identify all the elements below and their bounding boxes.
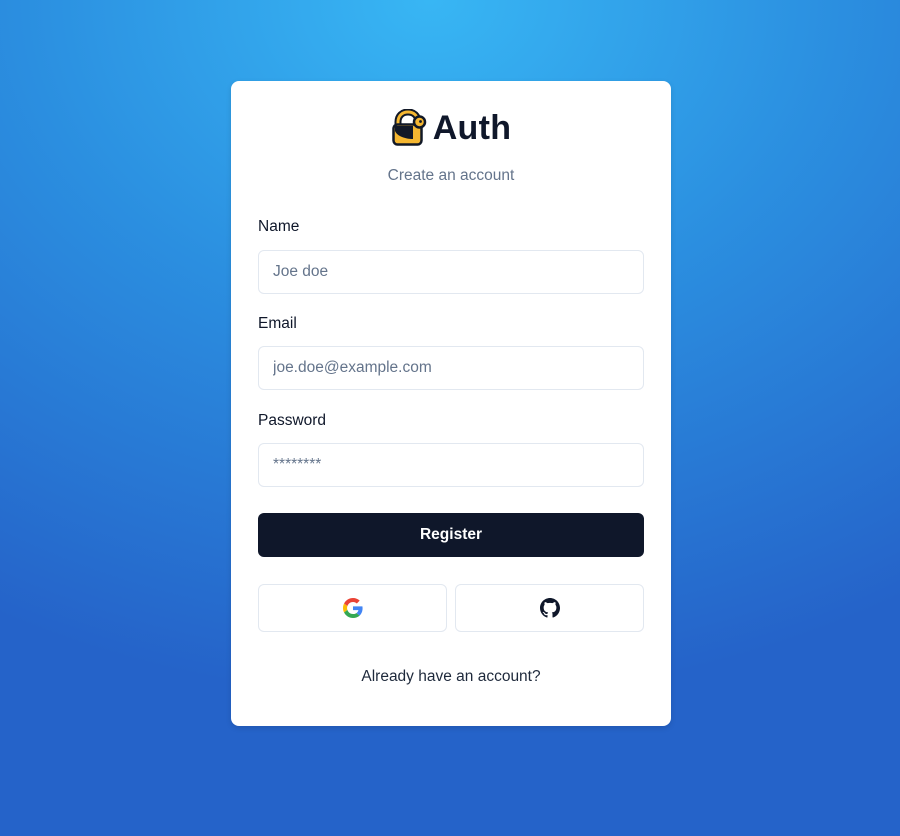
brand-name: Auth [432, 109, 512, 147]
google-icon [342, 598, 363, 618]
email-input[interactable] [258, 346, 644, 390]
form-subtitle: Create an account [387, 167, 515, 184]
google-signin-button[interactable] [258, 584, 447, 632]
password-label: Password [258, 412, 327, 429]
login-link[interactable]: Already have an account? [231, 668, 671, 686]
name-label: Name [258, 218, 300, 235]
email-label: Email [258, 315, 297, 332]
password-input[interactable] [258, 443, 644, 487]
lock-icon [391, 109, 426, 146]
brand-header: Auth [231, 109, 671, 147]
github-signin-button[interactable] [455, 584, 644, 632]
name-input[interactable] [258, 250, 644, 294]
register-button[interactable]: Register [258, 513, 644, 557]
github-icon [539, 598, 560, 618]
register-card: Auth Create an account Name Email Passwo… [231, 81, 671, 726]
